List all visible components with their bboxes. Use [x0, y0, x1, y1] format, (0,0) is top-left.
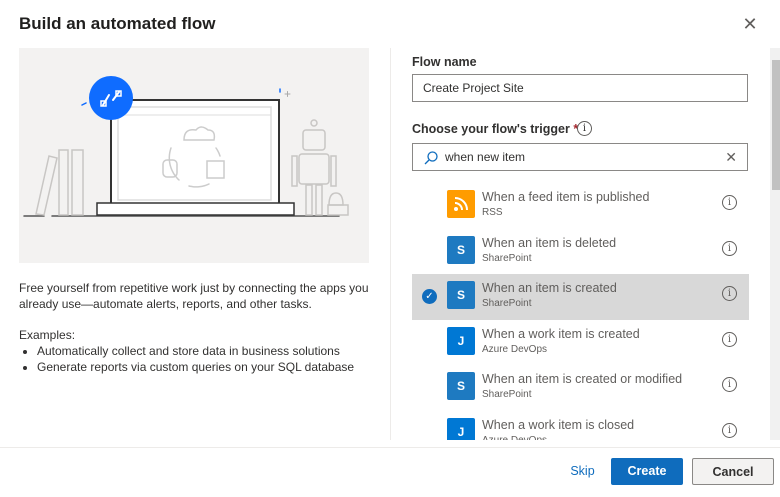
trigger-title: When an item is deleted	[482, 235, 617, 250]
close-icon[interactable]: ✕	[740, 14, 760, 34]
trigger-label-text: Choose your flow's trigger	[412, 122, 570, 136]
trigger-title: When a work item is closed	[482, 417, 635, 432]
info-icon[interactable]: i	[722, 331, 737, 347]
cancel-button[interactable]: Cancel	[692, 458, 774, 485]
trigger-title: When a work item is created	[482, 326, 640, 341]
scrollbar-thumb[interactable]	[772, 60, 780, 190]
trigger-item[interactable]: J When a work item is closed Azure DevOps i	[412, 411, 749, 441]
flow-name-label: Flow name	[412, 55, 477, 69]
rss-icon	[447, 190, 475, 218]
info-icon[interactable]: i	[577, 121, 592, 136]
create-button[interactable]: Create	[611, 458, 683, 485]
trigger-title: When an item is created or modified	[482, 372, 683, 386]
trigger-connector: SharePoint	[482, 298, 532, 309]
trigger-list: When a feed item is published RSS i S When a…	[412, 183, 749, 440]
example-item: Generate reports via custom queries on y…	[37, 359, 354, 375]
search-value: when new item	[445, 150, 526, 164]
trigger-title: When a feed item is published	[482, 190, 650, 204]
search-icon	[423, 149, 439, 175]
flow-name-input[interactable]: Create Project Site	[412, 74, 748, 102]
illustration	[19, 48, 369, 263]
info-icon[interactable]: i	[722, 422, 737, 438]
trigger-connector: Azure DevOps	[482, 343, 548, 355]
trigger-item[interactable]: S When an item is created or modified Shar…	[412, 365, 749, 411]
trigger-connector: RSS	[482, 207, 503, 218]
examples-label: Examples:	[19, 328, 76, 342]
trigger-connector: SharePoint	[482, 252, 532, 264]
trigger-label: Choose your flow's trigger *	[412, 122, 578, 136]
example-item: Automatically collect and store data in …	[37, 343, 354, 359]
sharepoint-icon: S	[447, 281, 475, 309]
info-icon[interactable]: i	[722, 195, 737, 210]
divider	[390, 48, 391, 440]
trigger-item[interactable]: ✓ S When an item is created SharePoint i	[412, 274, 749, 320]
sharepoint-icon: S	[447, 235, 475, 264]
skip-button[interactable]: Skip	[560, 458, 605, 485]
trigger-item[interactable]: When a feed item is published RSS i	[412, 183, 749, 229]
azure-devops-icon: J	[447, 417, 475, 440]
clear-search-icon[interactable]: ✕	[725, 144, 737, 170]
examples: Examples: Automatically collect and stor…	[19, 327, 354, 375]
sharepoint-icon: S	[447, 372, 475, 400]
trigger-title: When an item is created	[482, 281, 617, 295]
description: Free yourself from repetitive work just …	[19, 281, 369, 311]
azure-devops-icon: J	[447, 326, 475, 355]
info-icon[interactable]: i	[722, 286, 737, 301]
dialog-title: Build an automated flow	[19, 14, 216, 33]
footer-divider	[0, 447, 780, 448]
trigger-connector: SharePoint	[482, 389, 532, 400]
trigger-search-input[interactable]: when new item ✕	[412, 143, 748, 171]
trigger-connector: Azure DevOps	[482, 434, 548, 441]
selected-check-icon: ✓	[422, 289, 437, 304]
trigger-item[interactable]: S When an item is deleted SharePoint i	[412, 229, 749, 275]
info-icon[interactable]: i	[722, 377, 737, 392]
trigger-item[interactable]: J When a work item is created Azure DevOps…	[412, 320, 749, 366]
info-icon[interactable]: i	[722, 240, 737, 256]
